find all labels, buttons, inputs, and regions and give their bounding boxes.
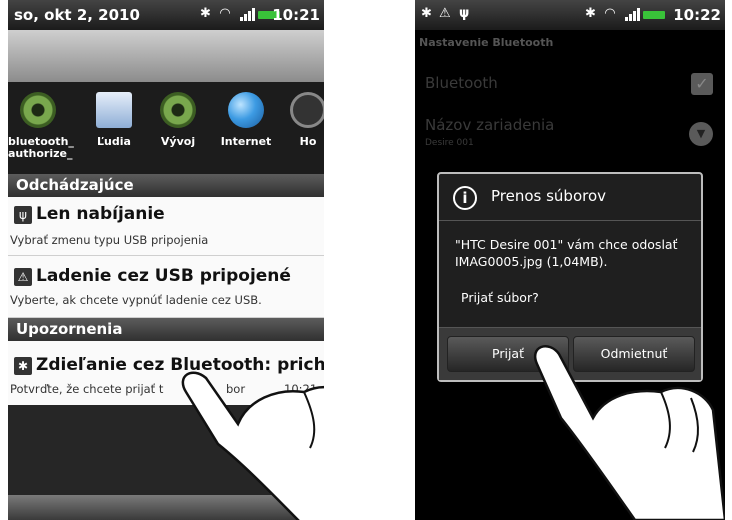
bluetooth-icon: ✱ <box>14 357 32 375</box>
finger-hand-icon <box>533 345 725 520</box>
status-time: 10:22 <box>673 6 721 24</box>
quick-panel <box>8 30 324 82</box>
globe-icon <box>228 92 264 128</box>
signal-icon <box>625 7 641 21</box>
dialog-message: "HTC Desire 001" vám chce odoslať IMAG00… <box>455 237 678 269</box>
bluetooth-status-icon: ✱ <box>421 6 432 21</box>
app-label-line2: authorize_ <box>8 147 73 160</box>
bluetooth-settings-screen: ✱ ⚠ ψ ✱ ◠ 10:22 Nastavenie Bluetooth Blu… <box>415 0 725 520</box>
notification-screen: so, okt 2, 2010 ✱ ◠ 10:21 bluetooth_ aut… <box>8 0 324 520</box>
warning-icon: ⚠ <box>14 268 32 286</box>
app-clock[interactable]: Ho <box>278 84 324 148</box>
notification-title: Len nabíjanie <box>36 204 165 224</box>
app-label: Ľudia <box>97 135 131 148</box>
device-name-setting: Názov zariadenia <box>425 116 555 134</box>
ongoing-header: Odchádzajúce <box>8 174 324 197</box>
app-internet[interactable]: Internet <box>216 84 276 148</box>
wifi-icon: ◠ <box>605 6 615 21</box>
app-label: Ho <box>299 135 317 148</box>
warning-icon: ⚠ <box>439 6 451 21</box>
status-time: 10:21 <box>272 6 320 24</box>
notification-subtitle: Vybrať zmenu typu USB pripojenia <box>10 233 209 247</box>
notification-charging[interactable]: ψ Len nabíjanie Vybrať zmenu typu USB pr… <box>8 197 324 256</box>
status-bar: so, okt 2, 2010 ✱ ◠ 10:21 <box>8 0 324 30</box>
gear-icon <box>160 92 196 128</box>
status-bar: ✱ ⚠ ψ ✱ ◠ 10:22 <box>415 0 725 30</box>
battery-icon <box>643 11 665 19</box>
bluetooth-setting: Bluetooth <box>425 74 498 92</box>
screen-title: Nastavenie Bluetooth <box>419 36 554 49</box>
usb-icon: ψ <box>14 206 32 224</box>
app-people[interactable]: Ľudia <box>84 84 144 148</box>
bluetooth-icon: ✱ <box>585 6 596 21</box>
app-bluetooth-authorize[interactable]: bluetooth_ authorize_ <box>8 84 74 160</box>
bluetooth-checkbox[interactable]: ✓ <box>691 73 713 95</box>
notifications-header: Upozornenia <box>8 318 324 341</box>
chevron-down-icon[interactable]: ▼ <box>689 122 713 146</box>
notification-usb-debugging[interactable]: ⚠ Ladenie cez USB pripojené Vyberte, ak … <box>8 256 324 318</box>
gear-icon <box>20 92 56 128</box>
usb-icon: ψ <box>459 6 470 21</box>
dialog-title: Prenos súborov <box>491 187 607 205</box>
clock-icon <box>290 92 324 128</box>
notification-title: Ladenie cez USB pripojené <box>36 266 291 286</box>
contacts-icon <box>96 92 132 128</box>
bluetooth-status-icon: ✱ <box>200 6 211 21</box>
finger-hand-icon <box>181 371 324 520</box>
dialog-header: i Prenos súborov <box>439 174 701 221</box>
app-label: Vývoj <box>160 135 196 148</box>
app-dev[interactable]: Vývoj <box>148 84 208 148</box>
wifi-icon: ◠ <box>220 6 230 21</box>
app-label: Internet <box>220 135 272 148</box>
device-name-value: Desire 001 <box>425 138 474 148</box>
info-icon: i <box>453 186 477 210</box>
status-date: so, okt 2, 2010 <box>14 6 140 24</box>
notification-subtitle: Vyberte, ak chcete vypnúť ladenie cez US… <box>10 293 262 307</box>
notification-subtitle: Potvrďte, že chcete prijať t <box>10 382 164 396</box>
dialog-question: Prijať súbor? <box>461 290 539 305</box>
signal-icon <box>240 7 256 21</box>
